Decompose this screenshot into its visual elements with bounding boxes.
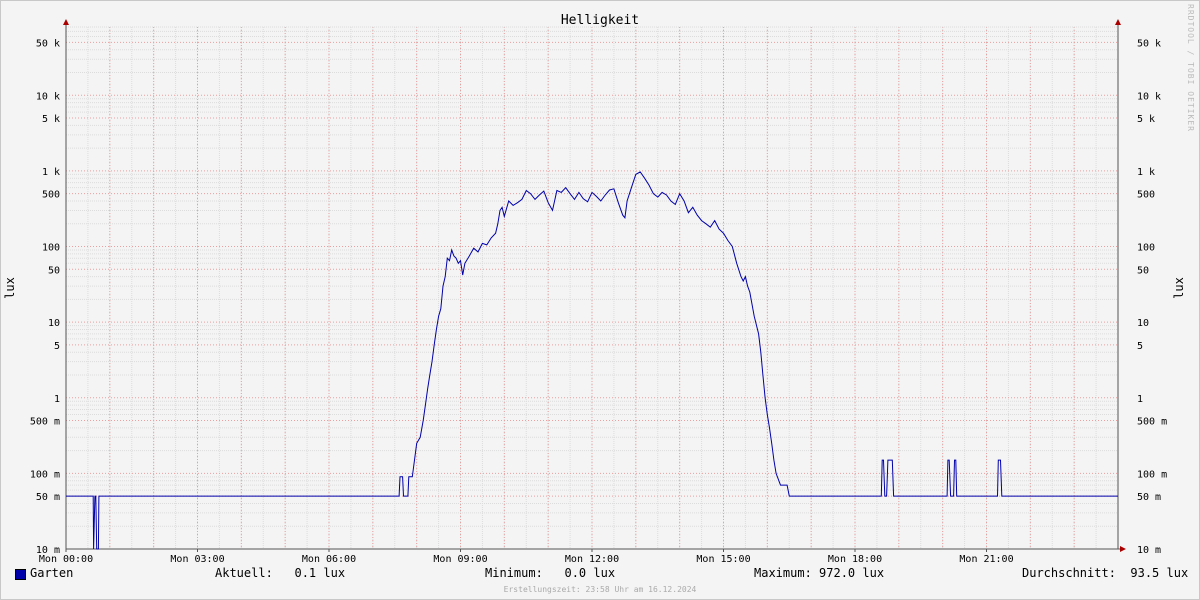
x-tick-label: Mon 12:00: [565, 554, 619, 565]
grid: [66, 26, 1118, 549]
y-axis-arrow-left: [63, 19, 69, 25]
y-tick-label-left: 10 k: [36, 91, 60, 102]
y-tick-label-right: 1 k: [1137, 167, 1155, 178]
y-tick-label-right: 5 k: [1137, 114, 1155, 125]
y-tick-label-right: 50 m: [1137, 492, 1161, 503]
y-tick-label-left: 500: [42, 190, 60, 201]
x-axis-arrow: [1120, 546, 1126, 552]
y-tick-label-right: 10 m: [1137, 545, 1161, 556]
y-tick-label-left: 5 k: [42, 114, 60, 125]
x-tick-label: Mon 06:00: [302, 554, 356, 565]
y-tick-label-right: 50 k: [1137, 38, 1161, 49]
y-tick-label-left: 500 m: [30, 417, 60, 428]
y-tick-label-right: 500: [1137, 190, 1155, 201]
y-tick-label-right: 100: [1137, 243, 1155, 254]
legend-average: Durchschnitt: 93.5 lux: [1022, 566, 1189, 580]
y-axis-label-left: lux: [3, 277, 17, 299]
x-tick-label: Mon 09:00: [433, 554, 487, 565]
legend-current: Aktuell: 0.1 lux: [215, 566, 346, 580]
y-axis-label-right: lux: [1172, 277, 1186, 299]
y-tick-label-left: 50 m: [36, 492, 60, 503]
y-tick-label-left: 1 k: [42, 167, 60, 178]
rrdtool-watermark: RRDTOOL / TOBI OETIKER: [1186, 4, 1195, 132]
chart-title: Helligkeit: [561, 13, 639, 28]
y-tick-label-left: 10 m: [36, 545, 60, 556]
tick-labels: Mon 00:00 Mon 03:00 Mon 06:00 Mon 09:00 Mon …: [30, 38, 1167, 565]
creation-timestamp: Erstellungszeit: 23:58 Uhr am 16.12.2024: [503, 585, 697, 594]
y-tick-label-right: 10: [1137, 318, 1149, 329]
brightness-chart: Helligkeit lux lux Mon 00:00 Mon 03:00 Mon…: [3, 13, 1186, 565]
y-tick-label-left: 1: [54, 394, 60, 405]
y-tick-label-right: 50: [1137, 265, 1149, 276]
y-tick-label-left: 100 m: [30, 469, 60, 480]
legend-series-label: Garten: [30, 566, 74, 580]
legend-maximum: Maximum: 972.0 lux: [754, 566, 885, 580]
y-axis-arrow-right: [1115, 19, 1121, 25]
x-tick-label: Mon 15:00: [696, 554, 750, 565]
x-tick-label: Mon 21:00: [959, 554, 1013, 565]
y-tick-label-right: 1: [1137, 394, 1143, 405]
y-tick-label-right: 100 m: [1137, 469, 1167, 480]
x-tick-label: Mon 03:00: [170, 554, 224, 565]
x-tick-label: Mon 18:00: [828, 554, 882, 565]
y-tick-label-left: 5: [54, 341, 60, 352]
y-tick-label-left: 10: [48, 318, 60, 329]
y-tick-label-right: 500 m: [1137, 417, 1167, 428]
y-tick-label-right: 5: [1137, 341, 1143, 352]
y-tick-label-right: 10 k: [1137, 91, 1161, 102]
y-tick-label-left: 50: [48, 265, 60, 276]
y-tick-label-left: 100: [42, 243, 60, 254]
legend-minimum: Minimum: 0.0 lux: [485, 566, 616, 580]
legend-swatch-garten: [15, 569, 26, 580]
y-tick-label-left: 50 k: [36, 38, 60, 49]
